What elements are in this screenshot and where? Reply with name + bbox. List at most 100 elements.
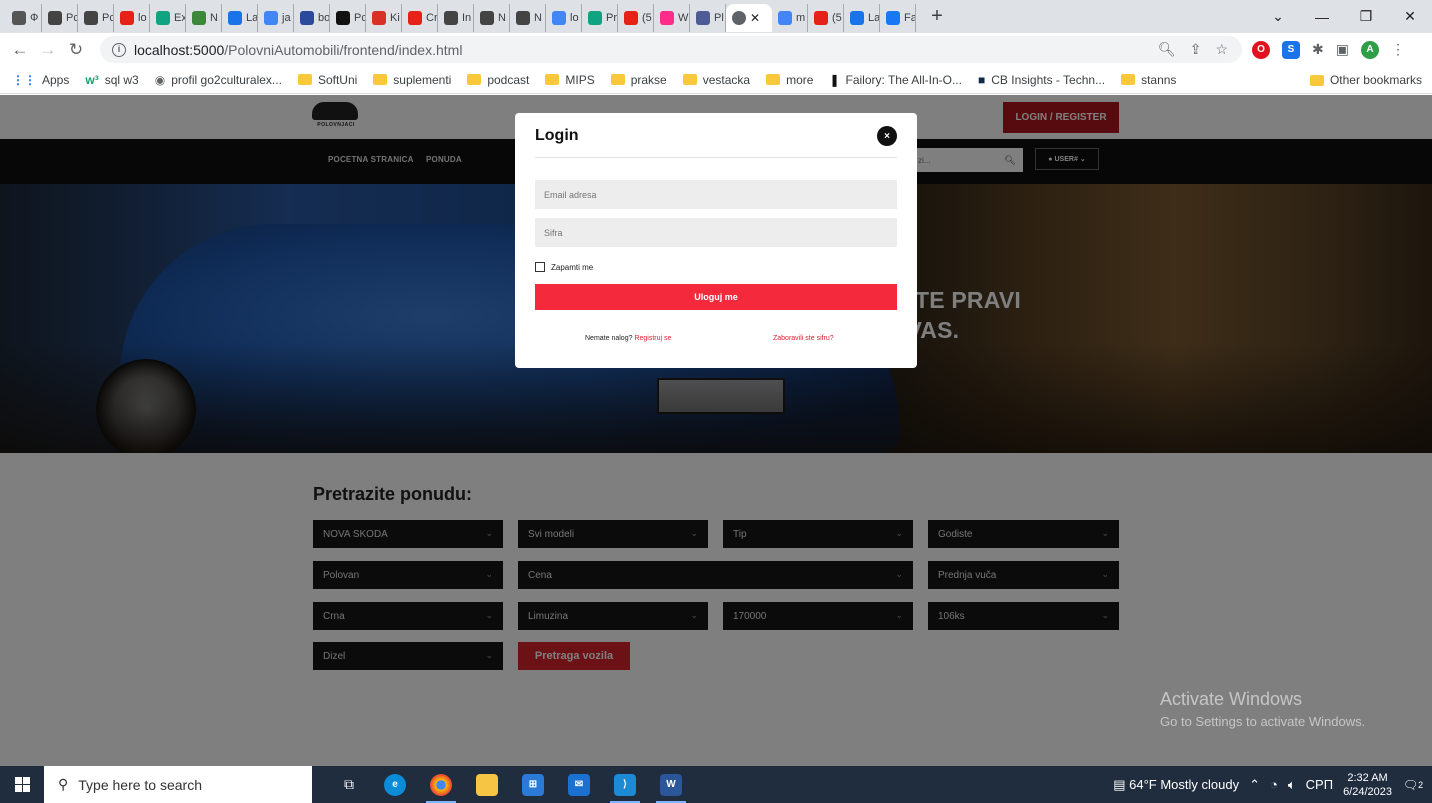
- tab-favicon-icon: [228, 11, 242, 25]
- folder-icon: [467, 74, 482, 85]
- browser-tab[interactable]: Cr: [402, 4, 438, 32]
- password-field[interactable]: [535, 218, 897, 247]
- browser-tab[interactable]: Pr: [582, 4, 618, 32]
- browser-tab[interactable]: (5: [808, 4, 844, 32]
- bookmark-item[interactable]: ■ CB Insights - Techn...: [978, 73, 1105, 87]
- email-field[interactable]: [535, 180, 897, 209]
- browser-tab[interactable]: lo: [114, 4, 150, 32]
- start-button[interactable]: [0, 766, 44, 803]
- browser-tab-active[interactable]: ✕: [726, 4, 772, 32]
- tab-label: lo: [138, 12, 147, 24]
- bookmark-item[interactable]: more: [766, 73, 813, 87]
- browser-tab[interactable]: lo: [546, 4, 582, 32]
- close-window-button[interactable]: ✕: [1388, 8, 1432, 25]
- forward-button[interactable]: →: [34, 40, 62, 60]
- browser-tab[interactable]: Ф: [6, 4, 42, 32]
- notification-center-button[interactable]: 🗨︎ 2: [1402, 774, 1424, 796]
- browser-tab[interactable]: Pl: [690, 4, 726, 32]
- profile-avatar[interactable]: A: [1360, 40, 1379, 59]
- opera-extension-icon[interactable]: O: [1252, 40, 1270, 59]
- back-button[interactable]: ←: [6, 40, 34, 60]
- bookmark-item[interactable]: prakse: [610, 73, 667, 87]
- browser-tab[interactable]: (5: [618, 4, 654, 32]
- browser-tab[interactable]: Pc: [78, 4, 114, 32]
- browser-tab[interactable]: m: [772, 4, 808, 32]
- site-info-icon[interactable]: i: [112, 42, 126, 57]
- word-app[interactable]: W: [648, 766, 694, 803]
- browser-tab[interactable]: bo: [294, 4, 330, 32]
- network-icon[interactable]: ◔: [1270, 777, 1278, 792]
- bookmark-star-icon[interactable]: ☆: [1215, 41, 1228, 58]
- browser-tab[interactable]: Ki: [366, 4, 402, 32]
- extensions-puzzle-icon[interactable]: ✱: [1312, 41, 1324, 58]
- register-link[interactable]: Registruj se: [634, 335, 671, 342]
- browser-tab[interactable]: La: [222, 4, 258, 32]
- task-view-icon: ⧉: [344, 776, 354, 792]
- weather-widget[interactable]: ▤ 64°F Mostly cloudy: [1113, 777, 1239, 793]
- remember-me[interactable]: Zapamti me: [535, 262, 593, 272]
- browser-tab[interactable]: N: [186, 4, 222, 32]
- clock[interactable]: 2:32 AM 6/24/2023: [1343, 771, 1392, 799]
- close-icon[interactable]: ×: [877, 126, 897, 146]
- browser-tab[interactable]: La: [844, 4, 880, 32]
- share-icon[interactable]: ⇪: [1190, 41, 1202, 58]
- chrome-app[interactable]: [418, 766, 464, 803]
- side-panel-icon[interactable]: ▣: [1336, 41, 1349, 58]
- forgot-password-link[interactable]: Zaboravili ste sifru?: [773, 335, 834, 342]
- news-icon: ▤: [1113, 776, 1130, 792]
- modal-divider: [535, 157, 897, 158]
- vscode-app[interactable]: ⟩: [602, 766, 648, 803]
- bookmark-item[interactable]: ◉ profil go2culturalex...: [155, 73, 282, 87]
- language-indicator[interactable]: СРП: [1306, 777, 1333, 792]
- bookmark-item[interactable]: ⋮⋮ Apps: [12, 73, 69, 87]
- bookmark-item[interactable]: SoftUni: [297, 73, 357, 87]
- bookmark-item[interactable]: MIPS: [545, 73, 595, 87]
- browser-tab[interactable]: Ex: [150, 4, 186, 32]
- tab-favicon-icon: [264, 11, 278, 25]
- tab-search-chevron-icon[interactable]: ⌄: [1256, 8, 1300, 25]
- tab-label: La: [868, 12, 880, 24]
- browser-tab[interactable]: In: [438, 4, 474, 32]
- url-field[interactable]: i localhost:5000/PolovniAutomobili/front…: [100, 36, 1242, 63]
- login-submit-button[interactable]: Uloguj me: [535, 284, 897, 310]
- taskbar-search[interactable]: ⚲ Type here to search: [44, 766, 312, 803]
- tab-favicon-icon: [516, 11, 530, 25]
- zoom-search-icon[interactable]: 🔍︎: [1158, 41, 1176, 58]
- bookmark-item[interactable]: w³ sql w3: [85, 73, 138, 87]
- bookmark-item[interactable]: suplementi: [373, 73, 451, 87]
- browser-tab[interactable]: N: [474, 4, 510, 32]
- file-explorer-app[interactable]: [464, 766, 510, 803]
- browser-tab[interactable]: Pc: [330, 4, 366, 32]
- browser-tab[interactable]: W: [654, 4, 690, 32]
- skype-extension-icon[interactable]: S: [1282, 40, 1300, 59]
- remember-me-checkbox[interactable]: [535, 262, 545, 272]
- show-hidden-icons-icon[interactable]: ⌃: [1249, 777, 1260, 793]
- mail-app[interactable]: ✉: [556, 766, 602, 803]
- volume-icon[interactable]: 🔈︎: [1288, 777, 1296, 793]
- browser-tab[interactable]: N: [510, 4, 546, 32]
- new-tab-button[interactable]: +: [922, 5, 952, 28]
- bookmarks-bar: ⋮⋮ Apps w³ sql w3 ◉ profil go2culturalex... So…: [0, 66, 1432, 94]
- other-bookmarks[interactable]: Other bookmarks: [1309, 66, 1422, 94]
- globe-icon: ◉: [154, 72, 166, 87]
- tab-favicon-icon: [372, 11, 386, 25]
- reload-button[interactable]: ↻: [62, 40, 90, 60]
- bookmark-item[interactable]: vestacka: [682, 73, 750, 87]
- browser-tab[interactable]: ja: [258, 4, 294, 32]
- bookmark-item[interactable]: ❚ Failory: The All-In-O...: [829, 73, 962, 87]
- store-app[interactable]: ⊞: [510, 766, 556, 803]
- tab-favicon-icon: [12, 11, 26, 25]
- bookmark-item[interactable]: stanns: [1121, 73, 1176, 87]
- edge-app[interactable]: e: [372, 766, 418, 803]
- browser-tab[interactable]: Fa: [880, 4, 916, 32]
- restore-button[interactable]: ❐: [1344, 8, 1388, 25]
- browser-menu-icon[interactable]: ⋮: [1391, 41, 1405, 58]
- bookmark-label: Apps: [42, 72, 70, 87]
- bookmark-item[interactable]: podcast: [467, 73, 529, 87]
- tab-label: Cr: [426, 12, 438, 24]
- minimize-button[interactable]: —: [1300, 9, 1344, 25]
- close-tab-icon[interactable]: ✕: [750, 11, 760, 25]
- task-view-button[interactable]: ⧉: [326, 766, 372, 803]
- browser-tab[interactable]: Pc: [42, 4, 78, 32]
- w3schools-icon: w³: [85, 72, 99, 87]
